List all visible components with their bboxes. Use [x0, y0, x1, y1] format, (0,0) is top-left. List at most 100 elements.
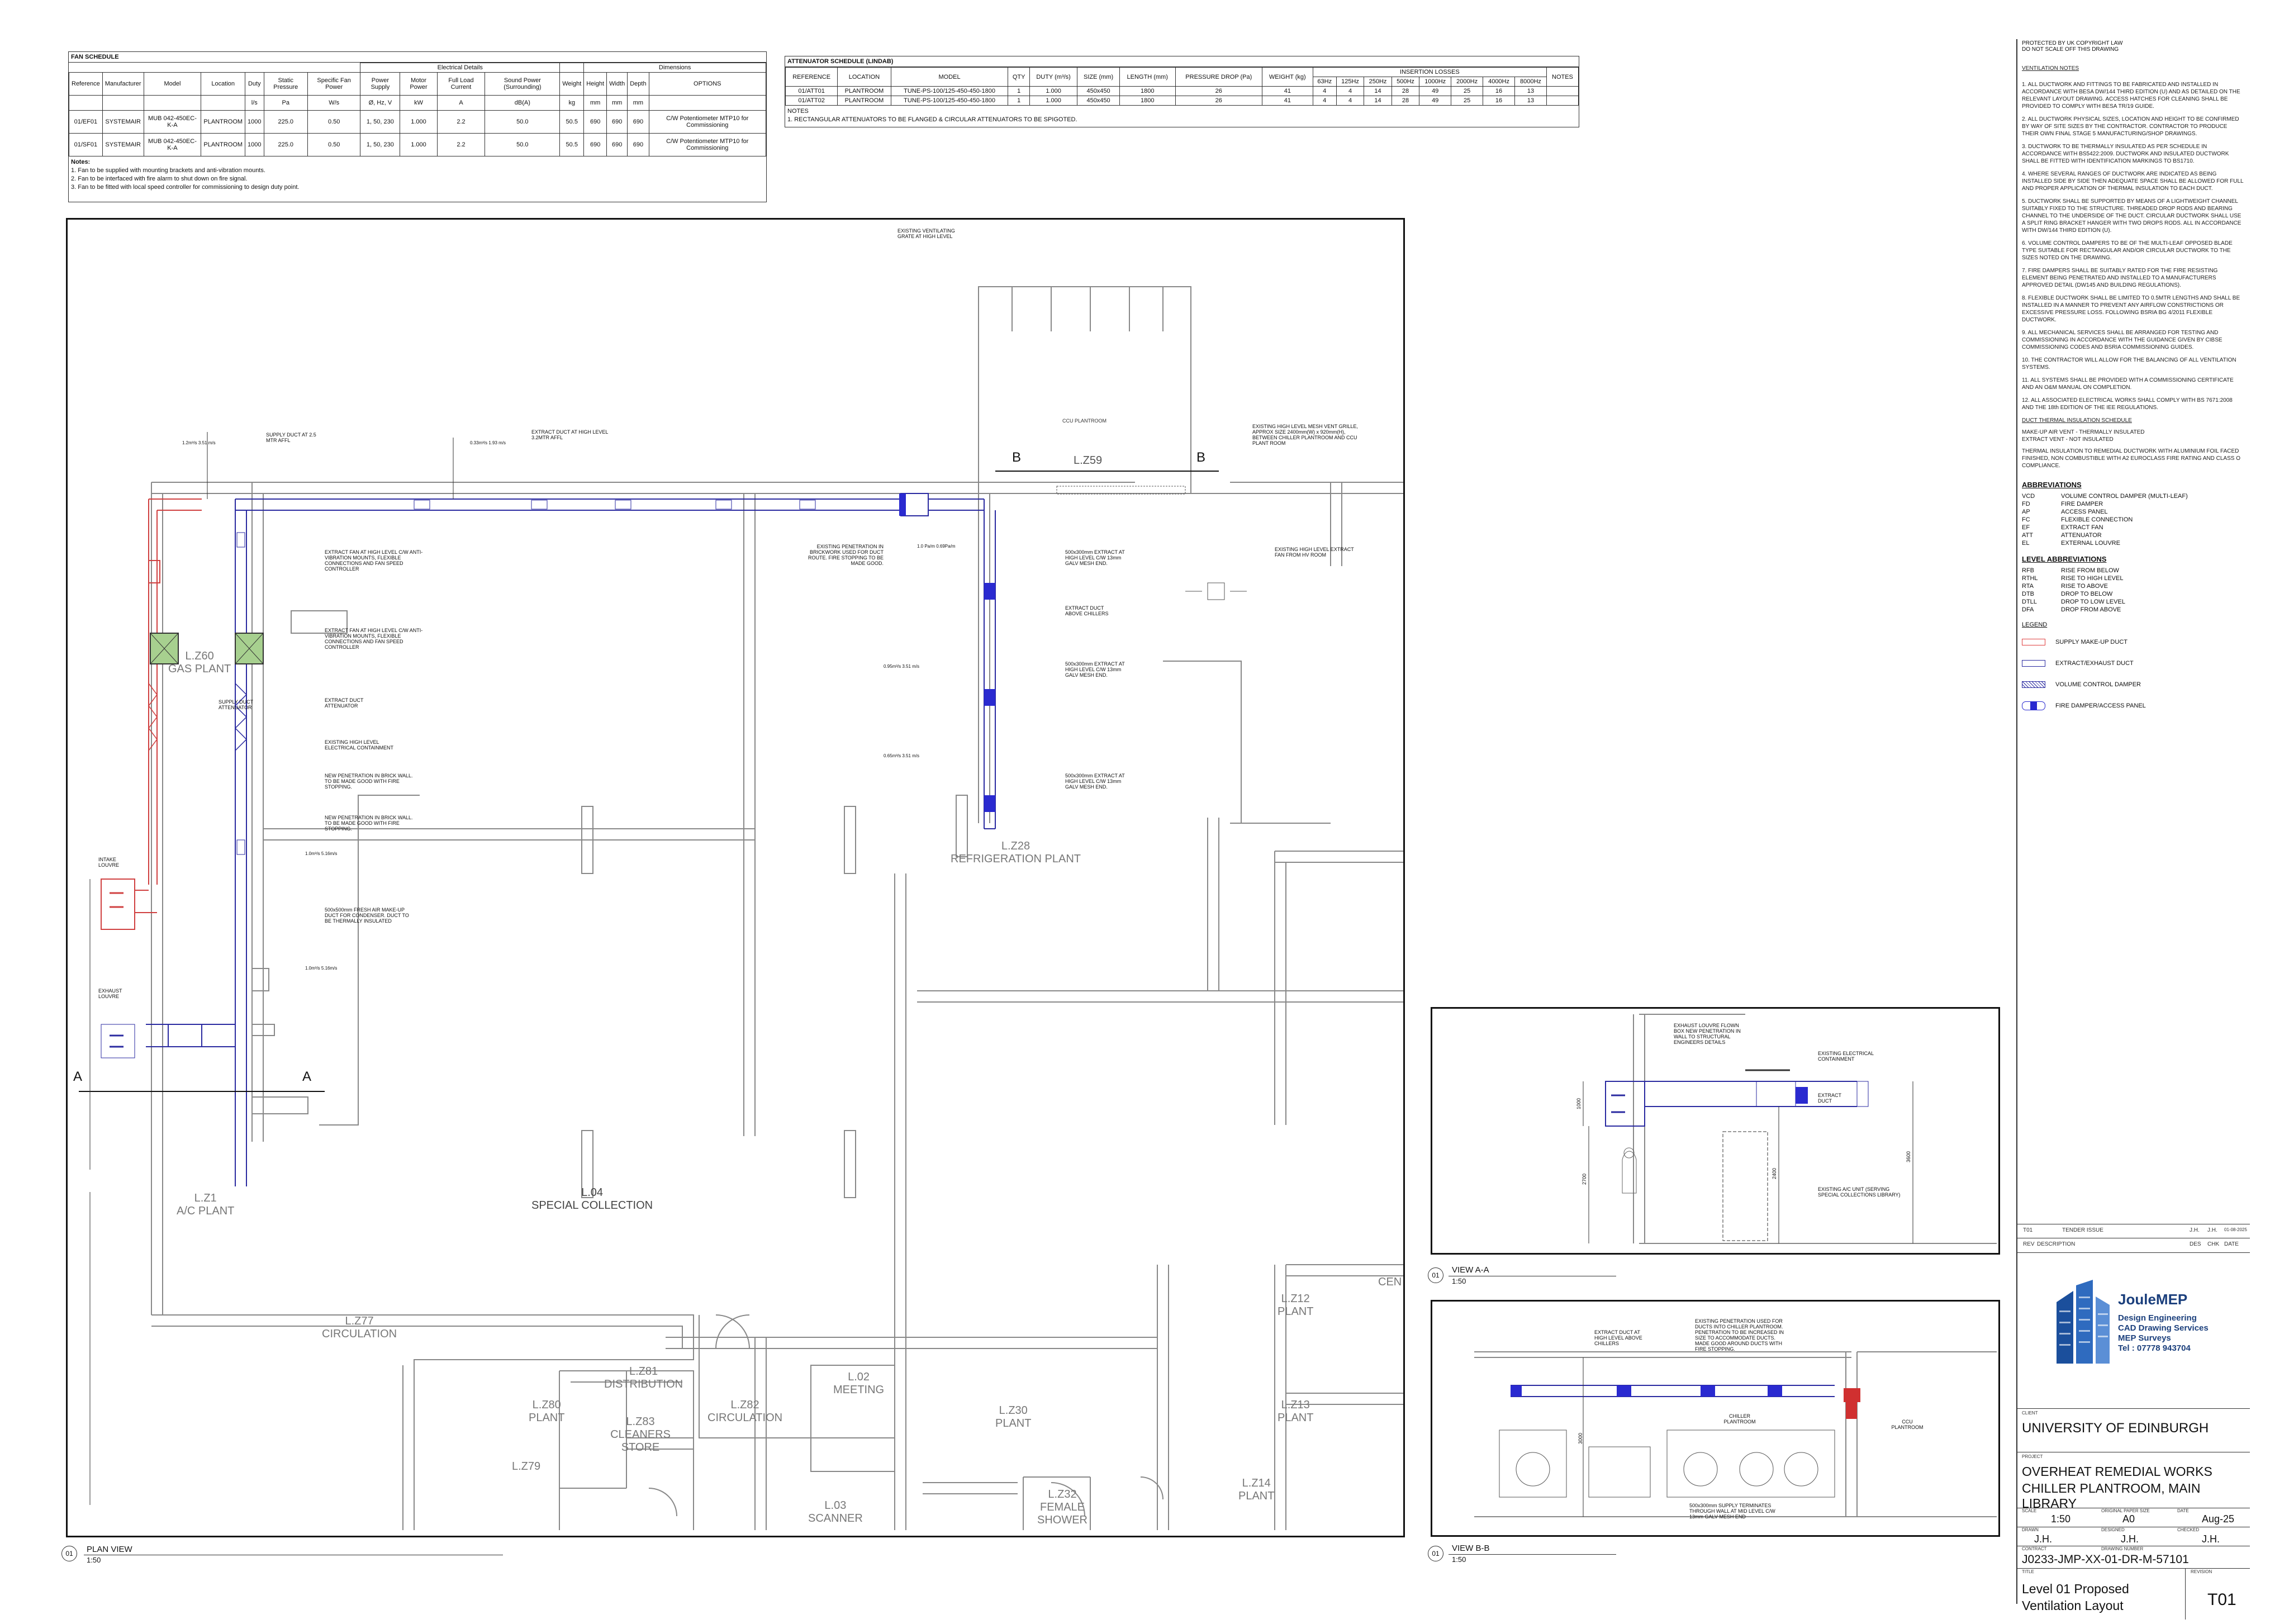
annotation-extract-chillers: EXTRACT DUCT ABOVE CHILLERS [1065, 605, 1109, 616]
fan-col-unit: dB(A) [485, 95, 561, 111]
fan-cell: 690 [606, 110, 628, 134]
fan-col-header: Model [143, 72, 202, 96]
drawn-label: DRAWN [2022, 1527, 2039, 1532]
aa-anno-containment: EXISTING ELECTRICAL CONTAINMENT [1818, 1051, 1874, 1062]
fan-cell: 225.0 [263, 110, 308, 134]
contract-label: CONTRACT [2022, 1546, 2047, 1551]
section-mark-a-left: A [73, 1069, 83, 1084]
room-label-lz81: L.Z81 DISTRIBUTION [604, 1365, 683, 1391]
room-number: L.Z30 [999, 1404, 1028, 1417]
annotation-mesh-grille: EXISTING HIGH LEVEL MESH VENT GRILLE, AP… [1252, 424, 1359, 446]
ventilation-note: 9. ALL MECHANICAL SERVICES SHALL BE ARRA… [2022, 330, 2222, 350]
company-tel: Tel : 07778 943704 [2118, 1343, 2191, 1353]
section-mark-b-right: B [1196, 450, 1206, 465]
att-cell: 1.000 [1029, 86, 1078, 96]
louvres [101, 582, 1247, 1058]
fan-col-header: Location [201, 72, 246, 96]
fan-col-header: Motor Power [400, 72, 438, 96]
rev-cell: TENDER ISSUE [2062, 1227, 2103, 1233]
room-label-lz79: L.Z79 [512, 1460, 541, 1473]
room-name: FEMALE SHOWER [1037, 1501, 1087, 1526]
fan-cell: 1, 50, 230 [360, 133, 401, 156]
fan-cell: 0.50 [307, 133, 361, 156]
ccu-label: CCU PLANTROOM [1062, 418, 1107, 424]
rev-header: REV [2023, 1241, 2035, 1247]
annotation-extract-fan-1: EXTRACT FAN AT HIGH LEVEL C/W ANTI-VIBRA… [325, 549, 423, 572]
fan-group-dimensions: Dimensions [583, 63, 766, 73]
abbreviation-meaning: ACCESS PANEL [2061, 509, 2108, 515]
att-band-header: 8000Hz [1514, 77, 1547, 87]
abbreviation-meaning: FLEXIBLE CONNECTION [2061, 516, 2133, 523]
fan-col-unit: mm [583, 95, 607, 111]
abbreviation-code: DTB [2022, 591, 2034, 597]
copyright-block: PROTECTED BY UK COPYRIGHT LAW DO NOT SCA… [2017, 39, 2250, 54]
rev-header: CHK [2207, 1241, 2220, 1247]
att-band-header: 1000Hz [1419, 77, 1452, 87]
insulation-title: DUCT THERMAL INSULATION SCHEDULE [2022, 417, 2132, 424]
att-col-header: QTY [1008, 67, 1030, 87]
ventilation-note: 3. DUCTWORK TO BE THERMALLY INSULATED AS… [2022, 144, 2229, 164]
bb-anno-extract-duct: EXTRACT DUCT AT HIGH LEVEL ABOVE CHILLER… [1594, 1329, 1642, 1346]
abbreviation-row: DTLL DROP TO LOW LEVEL [2022, 598, 2245, 606]
no-scale-text: DO NOT SCALE OFF THIS DRAWING [2022, 46, 2119, 53]
revision-col-divider [2185, 1568, 2186, 1620]
abbreviation-meaning: EXTRACT FAN [2061, 524, 2103, 531]
abbreviations-block: ABBREVIATIONS VCD VOLUME CONTROL DAMPER (… [2017, 481, 2250, 716]
date-value: Aug-25 [2202, 1513, 2235, 1525]
fan-cell: 1.000 [400, 133, 438, 156]
fan-col-unit: A [436, 95, 486, 111]
abbreviation-code: RTHL [2022, 575, 2038, 582]
paper-label: ORIGINAL PAPER SIZE [2101, 1508, 2150, 1513]
att-cell: 1 [1008, 86, 1030, 96]
legend-label: FIRE DAMPER/ACCESS PANEL [2055, 702, 2146, 709]
annotation-ext2: 500x300mm EXTRACT AT HIGH LEVEL C/W 13mm… [1065, 661, 1125, 678]
plan-view-number: 01 [61, 1546, 77, 1561]
abbr-title: ABBREVIATIONS [2022, 481, 2082, 489]
legend-swatch-icon [2022, 701, 2045, 710]
att-cell [1546, 96, 1579, 106]
abbreviation-code: FD [2022, 501, 2030, 507]
att-cell: 1.000 [1029, 96, 1078, 106]
fan-cell: SYSTEMAIR [102, 110, 144, 134]
fan-col-header: Depth [627, 72, 649, 96]
fan-col-unit: l/s [245, 95, 264, 111]
fan-cell: 50.0 [485, 133, 561, 156]
aa-dim: 2700 [1582, 1173, 1588, 1185]
view-aa-number: 01 [1428, 1267, 1443, 1283]
annotation-extract-duct: EXTRACT DUCT AT HIGH LEVEL 3.2MTR AFFL [531, 429, 609, 440]
room-name: REFRIGERATION PLANT [951, 853, 1081, 865]
att-cell: 26 [1175, 86, 1262, 96]
aa-dim: 3600 [1906, 1151, 1912, 1163]
paper-value: A0 [2122, 1513, 2135, 1525]
drawing-number: J0233-JMP-XX-01-DR-M-57101 [2022, 1553, 2189, 1566]
room-label-lz13: L.Z13 PLANT [1278, 1399, 1313, 1424]
view-aa-drawing [1583, 1014, 1997, 1244]
attenuators [148, 683, 248, 751]
fan-note: 1. Fan to be supplied with mounting brac… [71, 167, 265, 174]
project-line1: OVERHEAT REMEDIAL WORKS [2022, 1464, 2212, 1479]
ventilation-notes: VENTILATION NOTES 1. ALL DUCTWORK AND FI… [2017, 54, 2250, 473]
att-table-row: 01/ATT02 PLANTROOM TUNE-PS-100/125-450-450… [785, 96, 1579, 106]
insulation-line: EXTRACT VENT - NOT INSULATED [2022, 436, 2114, 443]
room-number: L.Z82 [730, 1399, 759, 1411]
legend-swatch-icon [2022, 660, 2045, 667]
company-logo: JouleMEP Design Engineering CAD Drawing … [2017, 1252, 2250, 1409]
aa-dim: 2400 [1772, 1167, 1778, 1180]
fan-col-header: Static Pressure [263, 72, 308, 96]
mesh-grille [1056, 486, 1186, 495]
att-cell: PLANTROOM [837, 86, 891, 96]
designed-label: DESIGNED [2101, 1527, 2125, 1532]
room-label-lz12: L.Z12 PLANT [1278, 1293, 1313, 1318]
client-block: CLIENT UNIVERSITY OF EDINBURGH [2017, 1408, 2250, 1452]
access-panels [236, 500, 816, 855]
fan-col-header: Power Supply [360, 72, 401, 96]
room-name: SCANNER [808, 1512, 863, 1525]
att-cell: 13 [1514, 86, 1547, 96]
room-label-cen: CEN [1378, 1276, 1402, 1288]
annotation-intake: INTAKE LOUVRE [98, 857, 120, 868]
abbreviation-row: RTA RISE TO ABOVE [2022, 582, 2245, 590]
room-label-lz77: L.Z77 CIRCULATION [322, 1315, 397, 1341]
abbreviation-code: RFB [2022, 567, 2034, 574]
bb-anno-supply-term: 500x300mm SUPPLY TERMINATES THROUGH WALL… [1689, 1503, 1775, 1519]
att-cell: 4 [1336, 86, 1365, 96]
